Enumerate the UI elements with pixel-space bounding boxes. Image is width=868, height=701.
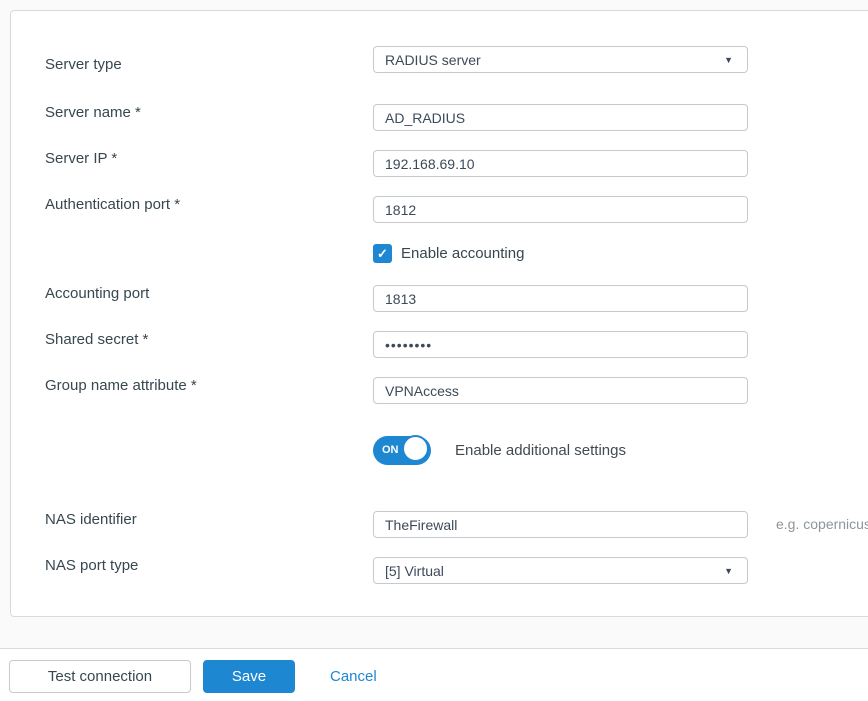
authentication-port-label: Authentication port * bbox=[45, 195, 180, 214]
server-name-input[interactable] bbox=[373, 104, 748, 131]
accounting-port-input[interactable] bbox=[373, 285, 748, 312]
nas-identifier-label: NAS identifier bbox=[45, 510, 137, 529]
chevron-down-icon: ▼ bbox=[724, 55, 733, 65]
toggle-on-label: ON bbox=[382, 436, 399, 465]
nas-identifier-hint: e.g. copernicus bbox=[776, 516, 868, 532]
enable-accounting-row: ✓ Enable accounting bbox=[373, 244, 524, 263]
nas-identifier-input[interactable] bbox=[373, 511, 748, 538]
group-name-attribute-input[interactable] bbox=[373, 377, 748, 404]
server-type-selected-value: RADIUS server bbox=[385, 52, 481, 68]
cancel-link[interactable]: Cancel bbox=[330, 660, 377, 693]
shared-secret-label: Shared secret * bbox=[45, 330, 148, 349]
enable-accounting-label: Enable accounting bbox=[401, 245, 524, 262]
nas-port-type-label: NAS port type bbox=[45, 556, 138, 575]
radius-server-form-panel: Server type RADIUS server ▼ Server name … bbox=[10, 10, 868, 617]
server-type-select[interactable]: RADIUS server ▼ bbox=[373, 46, 748, 73]
footer-action-bar: Test connection Save Cancel bbox=[0, 648, 868, 701]
server-name-label: Server name * bbox=[45, 103, 141, 122]
test-connection-button[interactable]: Test connection bbox=[9, 660, 191, 693]
authentication-port-input[interactable] bbox=[373, 196, 748, 223]
shared-secret-input[interactable] bbox=[373, 331, 748, 358]
toggle-knob bbox=[402, 435, 429, 462]
enable-accounting-checkbox[interactable]: ✓ bbox=[373, 244, 392, 263]
nas-port-type-selected-value: [5] Virtual bbox=[385, 563, 444, 579]
server-type-label: Server type bbox=[45, 55, 122, 74]
server-ip-input[interactable] bbox=[373, 150, 748, 177]
additional-settings-toggle[interactable]: ON bbox=[373, 436, 431, 465]
additional-settings-label: Enable additional settings bbox=[455, 442, 626, 459]
checkmark-icon: ✓ bbox=[377, 246, 388, 262]
accounting-port-label: Accounting port bbox=[45, 284, 149, 303]
additional-settings-row: ON Enable additional settings bbox=[373, 436, 626, 465]
nas-port-type-select[interactable]: [5] Virtual ▼ bbox=[373, 557, 748, 584]
group-name-attribute-label: Group name attribute * bbox=[45, 376, 197, 395]
server-ip-label: Server IP * bbox=[45, 149, 117, 168]
chevron-down-icon: ▼ bbox=[724, 566, 733, 576]
save-button[interactable]: Save bbox=[203, 660, 295, 693]
